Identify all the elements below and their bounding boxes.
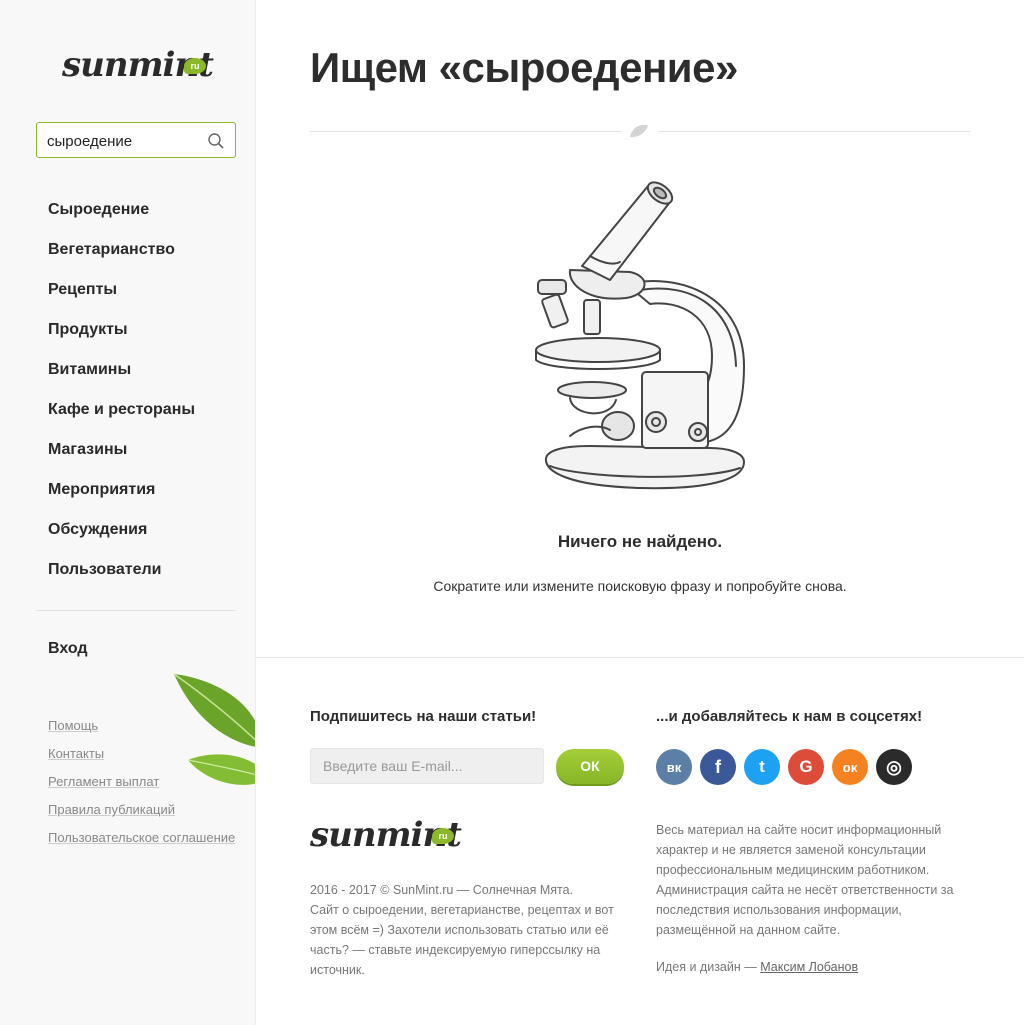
not-found-heading: Ничего не найдено. [557,532,723,551]
site-logo[interactable]: sunmint ru [62,40,214,90]
email-field[interactable] [310,748,544,784]
user-agreement-link[interactable]: Пользовательское соглашение [48,830,235,858]
title-divider-right [658,131,970,132]
sidebar-item-users[interactable]: Пользователи [48,558,195,598]
contacts-link[interactable]: Контакты [48,746,235,774]
leaf-divider-icon [630,124,648,138]
search-input[interactable] [47,130,197,152]
search-box [36,122,236,158]
facebook-icon[interactable]: f [700,749,736,785]
sidebar-item-vegetarianism[interactable]: Вегетарианство [48,238,195,278]
page-title: Ищем «сыроедение» [310,44,738,91]
sidebar-item-raw-food[interactable]: Сыроедение [48,198,195,238]
footer-copyright: 2016 - 2017 © SunMint.ru — Солнечная Мят… [310,880,620,980]
social-links: вк f t G ок ◎ [656,749,912,785]
footer-logo[interactable]: sunmint ru [310,810,462,860]
sidebar-item-shops[interactable]: Магазины [48,438,195,478]
sidebar: sunmint ru Сыроедение Вегетарианство Рец… [0,0,256,1025]
sidebar-divider [36,610,236,611]
microscope-illustration [535,181,745,490]
twitter-icon[interactable]: t [744,749,780,785]
help-link[interactable]: Помощь [48,718,235,746]
footer-credit: Идея и дизайн — Максим Лобанов [656,960,858,974]
footer: Подпишитесь на наши статьи! ОК sunmint r… [256,657,1024,1025]
sidebar-item-discussions[interactable]: Обсуждения [48,518,195,558]
sidebar-item-events[interactable]: Мероприятия [48,478,195,518]
sidebar-item-cafes[interactable]: Кафе и рестораны [48,398,195,438]
sidebar-item-vitamins[interactable]: Витамины [48,358,195,398]
search-icon[interactable] [207,132,225,150]
site-description: Сайт о сыроедении, вегетарианстве, рецеп… [310,903,614,977]
social-title: ...и добавляйтесь к нам в соцсетях! [656,708,923,725]
login-link[interactable]: Вход [48,640,88,658]
title-divider-left [310,131,622,132]
sidebar-item-recipes[interactable]: Рецепты [48,278,195,318]
subscribe-ok-button[interactable]: ОК [556,749,624,784]
google-icon[interactable]: G [788,749,824,785]
footer-logo-badge: ru [432,828,454,844]
payout-rules-link[interactable]: Регламент выплат [48,774,235,802]
odnoklassniki-icon[interactable]: ок [832,749,868,785]
sidebar-nav: Сыроедение Вегетарианство Рецепты Продук… [48,198,195,598]
logo-badge: ru [184,58,206,74]
main-content: Ищем «сыроедение» Ничего не найдено. Сок… [256,0,1024,658]
instagram-icon[interactable]: ◎ [876,749,912,785]
subscribe-title: Подпишитесь на наши статьи! [310,708,537,725]
publication-rules-link[interactable]: Правила публикаций [48,802,235,830]
search-hint: Сократите или измените поисковую фразу и… [433,578,847,594]
credit-prefix: Идея и дизайн — [656,960,761,974]
author-link[interactable]: Максим Лобанов [760,960,858,974]
copyright-line: 2016 - 2017 © SunMint.ru — Солнечная Мят… [310,883,574,897]
sidebar-footer-links: Помощь Контакты Регламент выплат Правила… [48,718,235,858]
sidebar-item-products[interactable]: Продукты [48,318,195,358]
vk-icon[interactable]: вк [656,749,692,785]
footer-disclaimer: Весь материал на сайте носит информацион… [656,823,954,937]
